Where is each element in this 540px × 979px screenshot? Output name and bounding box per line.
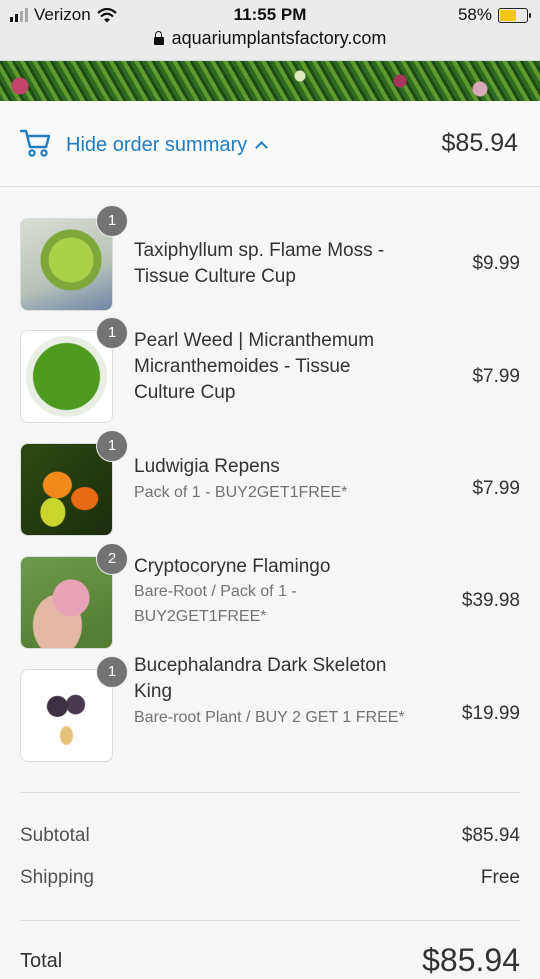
cryptocoryne-flamingo-thumbnail [20,556,113,649]
total-label: Total [20,950,63,972]
summary-total: $85.94 [441,129,518,157]
flame-moss-thumbnail [20,218,113,311]
plants-banner-image [0,61,540,101]
item-price: $7.99 [472,478,520,499]
item-variant: Bare-Root / Pack of 1 - BUY2GET1FREE* [134,583,297,625]
battery-percent: 58% [457,5,492,24]
item-name: Bucephalandra Dark Skeleton King [134,655,387,702]
toggle-label-text: Hide order summary [66,134,248,156]
divider [20,792,520,793]
battery-group: 58% [457,5,531,25]
item-price: $9.99 [472,253,520,274]
quantity-badge: 2 [96,543,128,575]
url-text: aquariumplantsfactory.com [171,28,387,48]
status-bar: Verizon 11:55 PM 58% aquariumplantsfacto… [0,0,540,61]
item-price: $7.99 [472,366,520,387]
quantity-badge: 1 [96,430,128,462]
item-price: $19.99 [461,703,520,724]
address-bar[interactable]: aquariumplantsfactory.com [0,28,540,49]
bucephalandra-thumbnail [20,669,113,762]
item-variant: Pack of 1 - BUY2GET1FREE* [134,484,348,501]
shipping-value: Free [480,867,520,888]
quantity-badge: 1 [96,656,128,688]
total-value: $85.94 [422,942,520,978]
quantity-badge: 1 [96,317,128,349]
subtotal-value: $85.94 [461,825,520,846]
toggle-label[interactable]: Hide order summary [66,134,269,157]
item-name: Cryptocoryne Flamingo [134,556,331,577]
pearl-weed-thumbnail [20,330,113,423]
battery-icon [498,7,531,23]
cart-icon [20,129,51,157]
item-name: Ludwigia Repens [134,456,280,477]
divider [20,920,520,921]
item-name: Taxiphyllum sp. Flame Moss - Tissue Cult… [134,240,385,287]
item-variant: Bare-root Plant / BUY 2 GET 1 FREE* [134,709,405,726]
item-name: Pearl Weed | Micranthemum Micranthemoide… [134,330,375,403]
item-price: $39.98 [461,590,520,611]
ludwigia-repens-thumbnail [20,443,113,536]
chevron-up-icon [255,141,269,154]
order-summary-toggle[interactable]: Hide order summary $85.94 [0,102,540,187]
shipping-label: Shipping [20,867,94,888]
quantity-badge: 1 [96,205,128,237]
subtotal-label: Subtotal [20,825,90,846]
lock-icon [153,31,164,45]
